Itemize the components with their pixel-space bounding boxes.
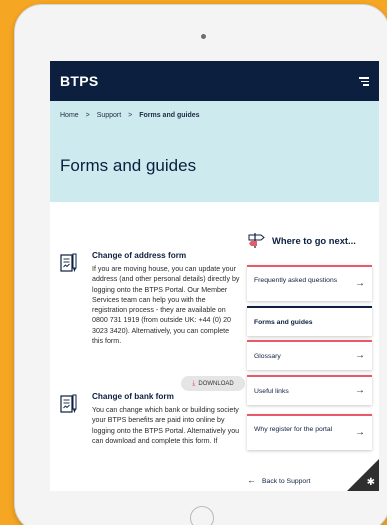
download-button[interactable]: ⤓ DOWNLOAD [181,376,245,391]
form-title[interactable]: Change of bank form [92,392,174,401]
sidebar-item-label: Glossary [254,353,281,360]
sidebar-item-label: Forms and guides [254,319,313,326]
back-to-support-link[interactable]: ← Back to Support [247,475,310,485]
sidebar-heading: Where to go next... [248,232,373,250]
arrow-right-icon: → [355,385,365,396]
home-button[interactable] [190,506,214,525]
sidebar-item-label: Frequently asked questions [254,277,338,284]
sidebar-item-why-register[interactable]: Why register for the portal → [247,414,372,450]
form-description: If you are moving house, you can update … [92,265,240,346]
breadcrumb-separator: > [128,112,133,119]
page-hero: Home > Support > Forms and guides Forms … [50,101,379,202]
sidebar-item-label: Why register for the portal [254,426,333,433]
document-icon [60,394,77,413]
main-content: Change of address form If you are moving… [50,202,379,491]
page-title: Forms and guides [60,156,197,175]
arrow-right-icon: → [355,350,365,361]
arrow-right-icon: → [355,278,365,289]
sidebar-item-glossary[interactable]: Glossary → [247,340,372,370]
breadcrumb-home[interactable]: Home [60,112,79,119]
breadcrumb-separator: > [85,112,90,119]
breadcrumb-current: Forms and guides [139,112,200,119]
top-navigation-bar: BTPS [50,61,379,101]
form-title[interactable]: Change of address form [92,251,186,260]
back-link-label: Back to Support [262,478,311,485]
sidebar-item-useful-links[interactable]: Useful links → [247,375,372,405]
tablet-frame: BTPS Home > Support > Forms and guides F… [14,4,387,525]
sidebar-item-faq[interactable]: Frequently asked questions → [247,265,372,301]
screen: BTPS Home > Support > Forms and guides F… [50,61,379,491]
sidebar-item-label: Useful links [254,388,289,395]
sidebar-heading-text: Where to go next... [272,235,356,246]
breadcrumb: Home > Support > Forms and guides [60,112,200,119]
breadcrumb-support[interactable]: Support [97,112,122,119]
sidebar-item-forms-and-guides[interactable]: Forms and guides [247,306,372,336]
signpost-icon [248,233,265,248]
hamburger-icon[interactable] [359,77,369,86]
form-description: You can change which bank or building so… [92,406,240,445]
arrow-left-icon: ← [247,475,256,485]
arrow-right-icon: → [355,427,365,438]
download-label: DOWNLOAD [198,381,234,387]
camera-dot [201,34,206,39]
site-logo[interactable]: BTPS [60,73,99,89]
gear-icon[interactable]: ✱ [367,477,375,488]
download-icon: ⤓ [192,380,196,387]
document-icon [60,253,77,272]
